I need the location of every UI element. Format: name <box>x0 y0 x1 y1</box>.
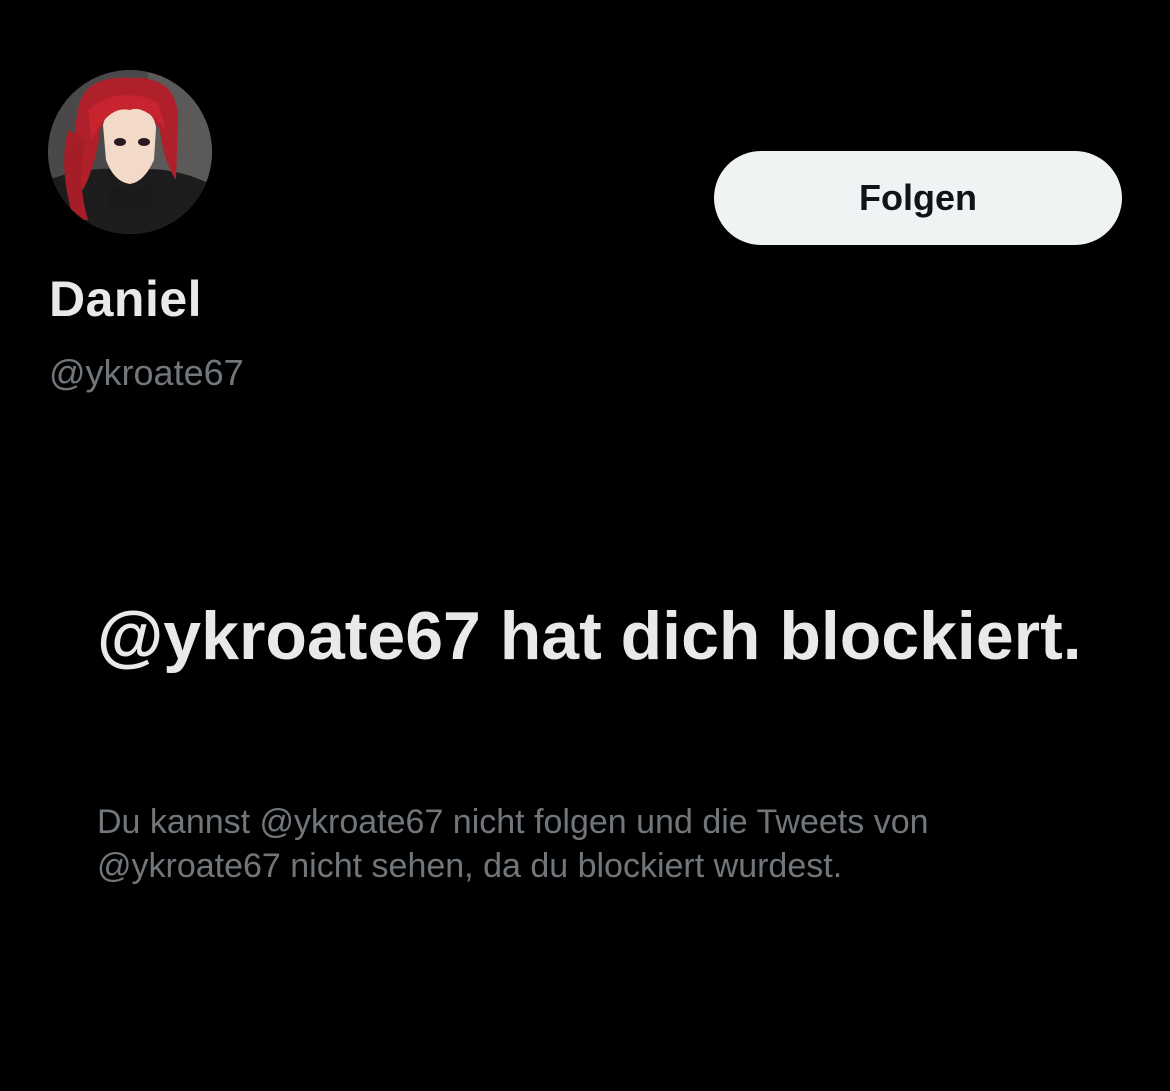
avatar[interactable] <box>48 70 212 234</box>
profile-handle: @ykroate67 <box>49 352 244 393</box>
blocked-description: Du kannst @ykroate67 nicht folgen und di… <box>97 803 929 885</box>
blocked-title: @ykroate67 hat dich blockiert. <box>97 598 1082 674</box>
follow-button[interactable]: Folgen <box>714 151 1122 245</box>
profile-display-name: Daniel <box>49 271 203 327</box>
avatar-image <box>48 70 212 234</box>
